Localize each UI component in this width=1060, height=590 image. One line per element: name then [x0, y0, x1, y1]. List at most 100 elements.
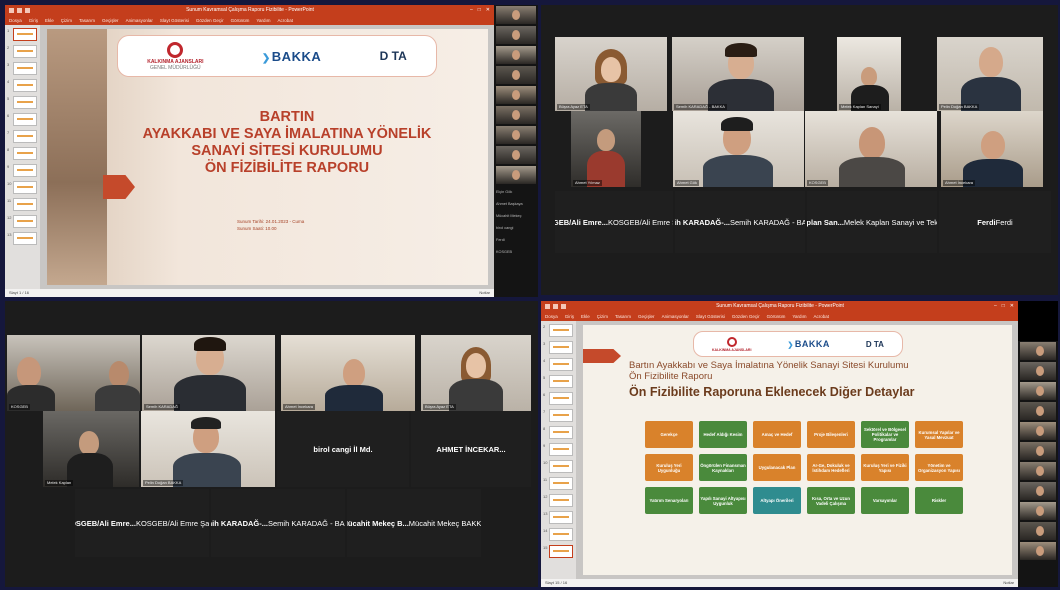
window-controls[interactable]: – □ ✕ — [994, 301, 1014, 312]
participant-thumbnail[interactable] — [496, 166, 536, 184]
quick-access-icons[interactable] — [545, 304, 566, 309]
slide-thumbnail[interactable]: 1 — [7, 28, 38, 41]
slide-thumbnail[interactable]: 12 — [7, 215, 38, 228]
participant-name-tile[interactable]: birol cangi İl Md. — [277, 411, 409, 487]
slide-thumbnail[interactable]: 9 — [7, 164, 38, 177]
video-tile[interactable]: Büşra Ayaz ETA — [421, 335, 531, 411]
slide-thumbnail[interactable]: 15 — [543, 545, 574, 558]
slide-thumbnail[interactable]: 3 — [7, 62, 38, 75]
slide-thumbnail[interactable]: 12 — [543, 494, 574, 507]
menu-item[interactable]: Ekle — [45, 16, 54, 25]
video-tile[interactable]: Ahmet İncekara — [941, 111, 1043, 187]
participant-thumbnail[interactable] — [496, 86, 536, 104]
participant-thumbnail[interactable] — [1020, 522, 1056, 540]
participant-strip[interactable]: Elçin Gök Ahmet Başkaya Mücahit Mekeç birol… — [494, 5, 538, 297]
participant-name[interactable]: KOSGEB — [496, 246, 536, 258]
menu-item[interactable]: Gözden Geçir — [196, 16, 224, 25]
participant-thumbnail[interactable] — [1020, 502, 1056, 520]
slide-thumbnail[interactable]: 6 — [7, 113, 38, 126]
slide-thumbnail[interactable]: 7 — [543, 409, 574, 422]
menu-item[interactable]: Slayt Gösterisi — [160, 16, 189, 25]
slide-thumbnail[interactable]: 2 — [543, 324, 574, 337]
video-tile[interactable]: Büşra Ayaz ETA — [555, 37, 667, 111]
menu-item[interactable]: Giriş — [565, 312, 574, 321]
slide-thumbnail[interactable]: 11 — [543, 477, 574, 490]
video-tile[interactable]: KOSGEB — [805, 111, 937, 187]
participant-thumbnail[interactable] — [1020, 342, 1056, 360]
menu-item[interactable]: Yardım — [792, 312, 806, 321]
participant-name[interactable]: birol cangi — [496, 222, 536, 234]
participant-name-tile[interactable]: Ferdi Ferdi — [939, 191, 1051, 253]
participant-thumbnail[interactable] — [496, 146, 536, 164]
slide-thumbnails[interactable]: 1 2 3 4 5 6 7 8 9 10 11 12 13 — [5, 25, 41, 289]
participant-thumbnail[interactable] — [1020, 442, 1056, 460]
slide-thumbnail[interactable]: 11 — [7, 198, 38, 211]
participant-thumbnail[interactable] — [496, 106, 536, 124]
participant-thumbnail[interactable] — [496, 6, 536, 24]
menu-item[interactable]: Görünüm — [231, 16, 250, 25]
participant-name-tile[interactable]: Melek Kaplan San...Melek Kaplan Sanayi v… — [807, 191, 937, 253]
video-tile[interactable]: Melek Kaplan Sanayi — [837, 37, 901, 111]
participant-thumbnail[interactable] — [1020, 422, 1056, 440]
video-tile[interactable]: Semih KARADAĞ - BAKKA — [672, 37, 804, 111]
menu-item[interactable]: Çizim — [61, 16, 72, 25]
menu-item[interactable]: Çizim — [597, 312, 608, 321]
slide-thumbnails[interactable]: 2 3 4 5 6 7 8 9 10 11 12 13 14 15 — [541, 321, 577, 579]
quick-access-icons[interactable] — [9, 8, 30, 13]
participant-name[interactable]: Ferdi — [496, 234, 536, 246]
participant-name-tile[interactable]: AHMET İNCEKAR... — [411, 411, 531, 487]
slide-thumbnail[interactable]: 10 — [543, 460, 574, 473]
video-tile[interactable]: Ahmet Yılmaz — [571, 111, 641, 187]
slide-thumbnail[interactable]: 3 — [543, 341, 574, 354]
video-tile[interactable]: Ahmet Gök — [673, 111, 804, 187]
video-tile[interactable]: Pelin Doğan BAKKA — [141, 411, 275, 487]
window-controls[interactable]: – □ ✕ — [470, 5, 490, 16]
participant-name-tile[interactable]: Mücahit Mekeç B... Mücahit Mekeç BAKKA — [347, 489, 481, 557]
slide-thumbnail[interactable]: 8 — [543, 426, 574, 439]
participant-thumbnail[interactable] — [1020, 462, 1056, 480]
participant-thumbnail[interactable] — [1020, 402, 1056, 420]
video-tile[interactable]: KOSGEB — [7, 335, 140, 411]
participant-name-tile[interactable]: KOSGEB/Ali Emre...KOSGEB/Ali Emre Şahin — [555, 191, 673, 253]
menu-item[interactable]: Tasarım — [79, 16, 95, 25]
slide-thumbnail[interactable]: 13 — [7, 232, 38, 245]
video-tile[interactable]: Pelin Doğan BAKKA — [937, 37, 1043, 111]
video-tile[interactable]: Semih KARADAĞ — [142, 335, 275, 411]
slide-thumbnail[interactable]: 6 — [543, 392, 574, 405]
participant-name-tile[interactable]: KOSGEB/Ali Emre...KOSGEB/Ali Emre Şahin — [75, 489, 209, 557]
menu-item[interactable]: Geçişler — [638, 312, 655, 321]
slide-thumbnail[interactable]: 5 — [7, 96, 38, 109]
menu-item[interactable]: Animasyonlar — [126, 16, 153, 25]
menu-item[interactable]: Tasarım — [615, 312, 631, 321]
slide-thumbnail[interactable]: 14 — [543, 528, 574, 541]
participant-thumbnail[interactable] — [496, 66, 536, 84]
participant-name[interactable]: Ahmet Başkaya — [496, 198, 536, 210]
menu-item[interactable]: Dosya — [9, 16, 22, 25]
participant-thumbnail[interactable] — [496, 46, 536, 64]
menu-item[interactable]: Animasyonlar — [662, 312, 689, 321]
participant-name[interactable]: Mücahit Mekeç — [496, 210, 536, 222]
menu-item[interactable]: Acrobat — [814, 312, 830, 321]
video-tile[interactable]: Melek Kaplan — [43, 411, 139, 487]
slide-thumbnail[interactable]: 8 — [7, 147, 38, 160]
menu-item[interactable]: Geçişler — [102, 16, 119, 25]
participant-thumbnail[interactable] — [1020, 382, 1056, 400]
participant-thumbnail[interactable] — [1020, 362, 1056, 380]
participant-name[interactable]: Elçin Gök — [496, 186, 536, 198]
slide-thumbnail[interactable]: 2 — [7, 45, 38, 58]
slide-thumbnail[interactable]: 5 — [543, 375, 574, 388]
slide-thumbnail[interactable]: 9 — [543, 443, 574, 456]
slide-thumbnail[interactable]: 4 — [543, 358, 574, 371]
participant-strip[interactable] — [1018, 341, 1058, 587]
slide-thumbnail[interactable]: 4 — [7, 79, 38, 92]
menu-item[interactable]: Yardım — [256, 16, 270, 25]
menu-item[interactable]: Slayt Gösterisi — [696, 312, 725, 321]
slide-thumbnail[interactable]: 7 — [7, 130, 38, 143]
participant-name-tile[interactable]: Semih KARADAĞ-...Semih KARADAĞ - BAKKA — [211, 489, 345, 557]
slide-thumbnail[interactable]: 10 — [7, 181, 38, 194]
menu-item[interactable]: Gözden Geçir — [732, 312, 760, 321]
menu-item[interactable]: Acrobat — [278, 16, 294, 25]
participant-thumbnail[interactable] — [1020, 482, 1056, 500]
menu-item[interactable]: Görünüm — [767, 312, 786, 321]
participant-thumbnail[interactable] — [496, 26, 536, 44]
